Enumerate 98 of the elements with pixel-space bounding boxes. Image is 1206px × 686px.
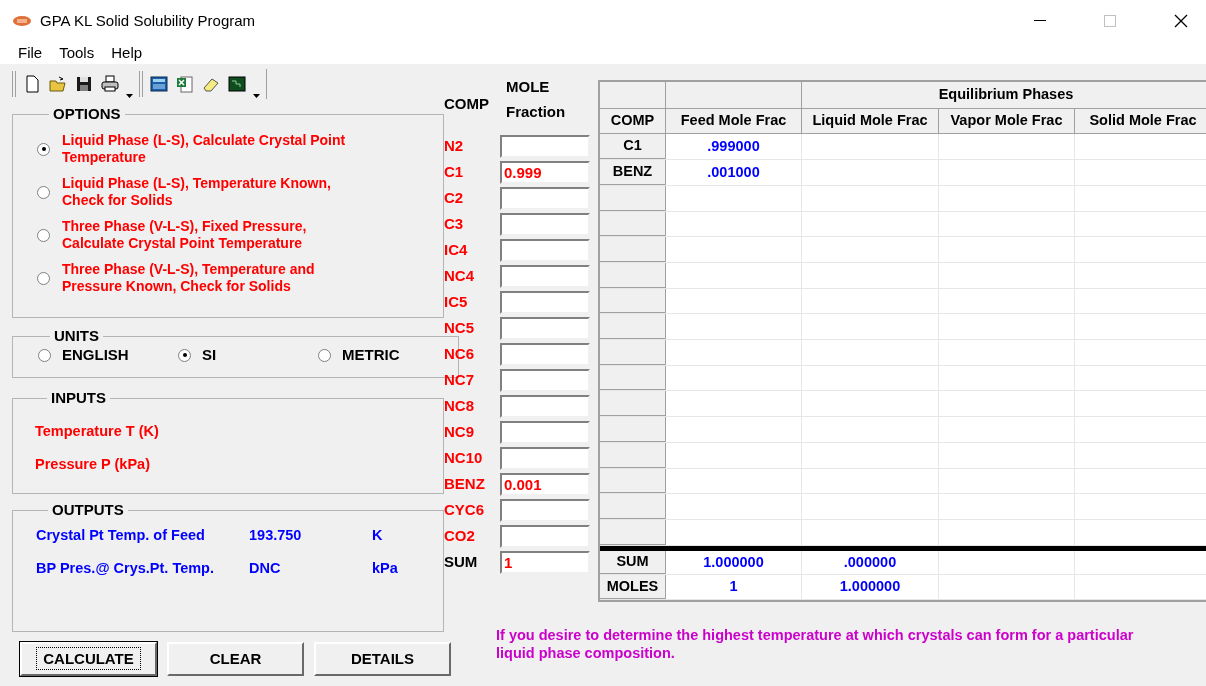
- printer-icon[interactable]: [100, 74, 120, 94]
- radio-button[interactable]: [318, 348, 331, 362]
- minimize-icon[interactable]: [1034, 20, 1046, 22]
- radio-button[interactable]: [178, 348, 191, 362]
- action-button[interactable]: CALCULATE: [20, 642, 157, 676]
- caret-icon[interactable]: [253, 94, 260, 98]
- column-group-header: Equilibrium Phases: [937, 84, 1075, 104]
- window-title: GPA KL Solid Solubility Program: [40, 10, 256, 31]
- table-cell: 1.000000: [802, 575, 939, 600]
- component-label: NC4: [444, 265, 475, 286]
- app-logo-icon: [12, 15, 32, 27]
- group-title: OPTIONS: [52, 106, 122, 122]
- column-header: MOLE: [506, 76, 551, 97]
- row-header: MOLES: [600, 575, 666, 600]
- output-label: Crystal Pt Temp. of Feed: [36, 526, 206, 544]
- radio-button[interactable]: [37, 228, 50, 242]
- column-header: Vapor Mole Frac: [939, 108, 1075, 134]
- mole-fraction-field[interactable]: [500, 420, 590, 444]
- component-label: NC8: [444, 395, 475, 416]
- component-label: C3: [444, 213, 465, 234]
- calculator-icon[interactable]: [149, 74, 169, 94]
- mole-fraction-field[interactable]: [500, 238, 590, 262]
- group-title: INPUTS: [50, 390, 107, 406]
- mole-fraction-field[interactable]: [500, 134, 590, 158]
- menu-item[interactable]: Help: [111, 41, 143, 65]
- mole-fraction-field[interactable]: [500, 498, 590, 522]
- component-label: BENZ: [444, 473, 486, 494]
- component-label: CO2: [444, 525, 476, 546]
- option-label[interactable]: Liquid Phase (L-S), Calculate Crystal Point Temperature: [62, 132, 352, 166]
- column-header: Solid Mole Frac: [1075, 108, 1206, 134]
- component-label: CYC6: [444, 499, 485, 520]
- column-header: Fraction: [506, 101, 566, 122]
- mole-fraction-field[interactable]: 0.999: [500, 160, 590, 184]
- mole-fraction-field[interactable]: [500, 290, 590, 314]
- table-cell: 1.000000: [666, 550, 802, 575]
- open-folder-icon[interactable]: [48, 74, 68, 94]
- mole-fraction-field[interactable]: [500, 212, 590, 236]
- mole-fraction-field[interactable]: [500, 446, 590, 470]
- row-header: C1: [600, 134, 666, 160]
- unit-label[interactable]: ENGLISH: [62, 344, 129, 367]
- output-unit: K: [372, 526, 383, 544]
- output-unit: kPa: [372, 559, 398, 577]
- table-cell: .999000: [666, 134, 802, 160]
- table-cell: 1: [666, 575, 802, 600]
- component-label: C1: [444, 161, 465, 182]
- input-label: Temperature T (K): [35, 422, 160, 440]
- component-label: NC9: [444, 421, 475, 442]
- table-cell: .000000: [802, 550, 939, 575]
- group-title: OUTPUTS: [51, 502, 125, 518]
- row-header: SUM: [600, 550, 666, 575]
- input-label: Pressure P (kPa): [35, 455, 151, 473]
- component-label: NC10: [444, 447, 484, 468]
- sum-field[interactable]: 1: [500, 550, 590, 574]
- unit-label[interactable]: SI: [202, 344, 217, 367]
- mole-fraction-field[interactable]: [500, 368, 590, 392]
- action-button[interactable]: CLEAR: [167, 642, 304, 676]
- column-header: Feed Mole Frac: [666, 108, 802, 134]
- column-header: COMP: [444, 94, 490, 115]
- output-value: DNC: [249, 559, 282, 577]
- component-label: NC6: [444, 343, 475, 364]
- radio-button[interactable]: [38, 348, 51, 362]
- mole-fraction-field[interactable]: [500, 264, 590, 288]
- save-icon[interactable]: [74, 74, 94, 94]
- component-label: IC4: [444, 239, 469, 260]
- radio-button[interactable]: [37, 185, 50, 199]
- output-label: BP Pres.@ Crys.Pt. Temp.: [36, 559, 215, 577]
- output-value: 193.750: [249, 526, 303, 544]
- action-button[interactable]: DETAILS: [314, 642, 451, 676]
- menu-item[interactable]: File: [18, 41, 43, 65]
- close-icon[interactable]: [1174, 14, 1188, 28]
- component-label: NC7: [444, 369, 475, 390]
- radio-button[interactable]: [37, 271, 50, 285]
- caret-icon[interactable]: [126, 94, 133, 98]
- menu-item[interactable]: Tools: [59, 41, 95, 65]
- mole-fraction-field[interactable]: [500, 342, 590, 366]
- component-label: IC5: [444, 291, 469, 312]
- monitor-icon[interactable]: [227, 74, 247, 94]
- table-cell: .001000: [666, 160, 802, 185]
- mole-fraction-field[interactable]: [500, 394, 590, 418]
- sum-label: SUM: [444, 551, 479, 572]
- mole-fraction-field[interactable]: 0.001: [500, 472, 590, 496]
- mole-fraction-field[interactable]: [500, 186, 590, 210]
- row-header: BENZ: [600, 160, 666, 185]
- column-header: Liquid Mole Frac: [802, 108, 939, 134]
- mole-fraction-field[interactable]: [500, 524, 590, 548]
- radio-button[interactable]: [37, 142, 50, 156]
- option-label[interactable]: Three Phase (V-L-S), Fixed Pressure, Calculate Crystal Point Temperature: [62, 218, 352, 252]
- option-label[interactable]: Three Phase (V-L-S), Temperature and Pressure Known, Check for Solids: [62, 261, 352, 295]
- group-title: UNITS: [53, 328, 100, 344]
- component-label: NC5: [444, 317, 475, 338]
- component-label: C2: [444, 187, 465, 208]
- unit-label[interactable]: METRIC: [342, 344, 400, 367]
- component-label: N2: [444, 135, 465, 156]
- option-label[interactable]: Liquid Phase (L-S), Temperature Known, Check for Solids: [62, 175, 352, 209]
- column-header: COMP: [600, 108, 666, 134]
- spreadsheet-icon[interactable]: [175, 74, 195, 94]
- hint-text: If you desire to determine the highest temperature at which crystals can form for a particular liquid phase composition.: [496, 626, 1135, 662]
- mole-fraction-field[interactable]: [500, 316, 590, 340]
